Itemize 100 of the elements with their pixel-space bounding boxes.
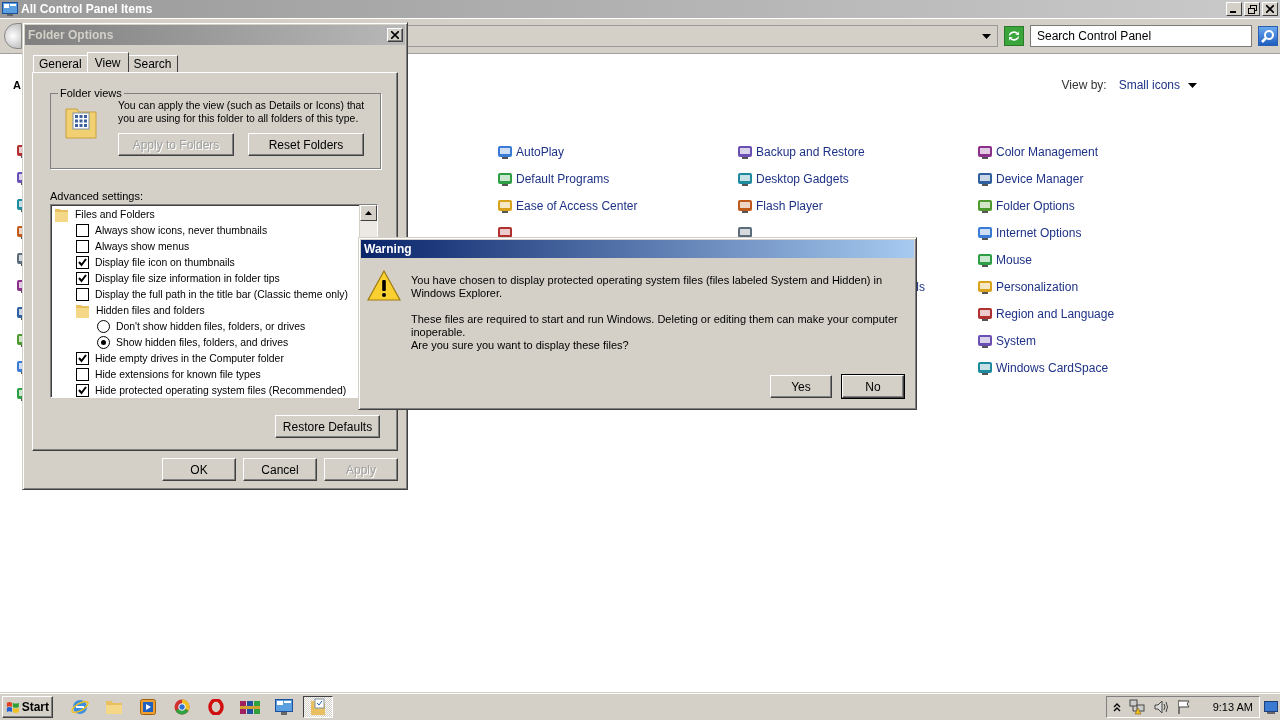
control-panel-link[interactable]: Mouse xyxy=(996,253,1033,267)
control-panel-link[interactable]: Region and Language xyxy=(996,307,1115,321)
app-icon xyxy=(977,279,993,295)
control-panel-link[interactable]: System xyxy=(996,334,1036,348)
dialog-button[interactable]: Cancel xyxy=(243,458,317,481)
control-panel-link[interactable]: Flash Player xyxy=(756,199,823,213)
description-text: You can apply the view (such as Details or Icons) that you are using for this folder to all folders of this type. xyxy=(118,99,366,125)
view-by-dropdown[interactable]: Small icons xyxy=(1118,78,1197,92)
radio-label: Show hidden files, folders, and drives xyxy=(116,336,289,348)
flag-icon[interactable] xyxy=(1176,699,1191,715)
tab[interactable]: General xyxy=(33,55,88,72)
checkbox[interactable] xyxy=(76,351,89,365)
restore-defaults-button[interactable]: Restore Defaults xyxy=(275,415,380,438)
app-icon xyxy=(497,144,513,160)
dropdown-arrow-icon[interactable] xyxy=(982,33,991,39)
tab[interactable]: Search xyxy=(127,55,178,72)
scroll-up-button[interactable] xyxy=(360,205,377,221)
app-icon xyxy=(977,252,993,268)
app-icon xyxy=(977,198,993,214)
search-icon xyxy=(1261,29,1275,43)
dialog-button[interactable]: No xyxy=(842,375,904,398)
speaker-icon[interactable] xyxy=(1152,699,1169,715)
folder-icon xyxy=(76,302,90,318)
checkbox-label: Hide empty drives in the Computer folder xyxy=(95,352,284,364)
restore-button[interactable] xyxy=(1244,2,1260,16)
app-icon xyxy=(977,171,993,187)
refresh-button[interactable] xyxy=(1004,26,1024,46)
browser-icon xyxy=(71,698,89,716)
control-panel-link[interactable]: Device Manager xyxy=(996,172,1084,186)
search-field[interactable]: Search Control Panel xyxy=(1030,25,1252,47)
app-icon xyxy=(977,225,993,241)
dialog-button[interactable]: Yes xyxy=(770,375,832,398)
app-icon xyxy=(737,171,753,187)
radio-label: Don't show hidden files, folders, or drives xyxy=(116,320,306,332)
folder-icon xyxy=(55,206,69,222)
folder-icon xyxy=(65,105,97,139)
control-panel-link[interactable]: Windows CardSpace xyxy=(996,361,1109,375)
control-panel-link[interactable]: AutoPlay xyxy=(516,145,565,159)
media-player-icon xyxy=(140,699,156,715)
search-button[interactable] xyxy=(1258,26,1278,46)
section-label: Advanced settings: xyxy=(50,190,144,202)
refresh-icon xyxy=(1007,30,1021,42)
radio-button[interactable] xyxy=(97,319,110,333)
checkbox[interactable] xyxy=(76,383,89,397)
dropdown-arrow-icon xyxy=(1188,82,1197,88)
chevron-icon[interactable] xyxy=(1112,702,1121,712)
control-panel-link[interactable]: ls xyxy=(916,280,925,294)
close-button[interactable] xyxy=(1262,2,1278,16)
browser-icon xyxy=(174,699,190,715)
app-icon xyxy=(737,144,753,160)
dialog-title: Folder Options xyxy=(28,28,114,42)
close-button[interactable] xyxy=(387,28,403,42)
app-icon xyxy=(977,360,993,376)
folder-view-button[interactable]: Reset Folders xyxy=(248,133,364,156)
checkbox[interactable] xyxy=(76,239,89,253)
checkbox[interactable] xyxy=(76,223,89,237)
clock: 9:13 AM xyxy=(1212,701,1253,713)
view-by-label: View by: xyxy=(1061,78,1107,92)
app-icon xyxy=(737,198,753,214)
control-panel-link[interactable]: Ease of Access Center xyxy=(516,199,638,213)
start-button[interactable]: Start xyxy=(2,696,53,718)
control-panel-link[interactable]: Default Programs xyxy=(516,172,610,186)
minimize-button[interactable] xyxy=(1226,2,1242,16)
ring-icon xyxy=(208,699,224,715)
control-panel-link[interactable]: Personalization xyxy=(996,280,1079,294)
close-icon xyxy=(1266,5,1274,13)
checkbox-label: Display file icon on thumbnails xyxy=(95,256,235,268)
group-label: Folder views xyxy=(59,87,123,99)
group-label: Files and Folders xyxy=(75,208,155,220)
tab[interactable]: View xyxy=(86,52,129,72)
message-text: You have chosen to display protected operating system files (files labeled System and Hidden) in Windows Explorer. xyxy=(411,274,884,300)
control-panel-link[interactable]: Internet Options xyxy=(996,226,1082,240)
radio-button[interactable] xyxy=(97,335,110,349)
dialog-title: Warning xyxy=(364,242,412,256)
checkbox-label: Always show icons, never thumbnails xyxy=(95,224,268,236)
taskbar-button[interactable] xyxy=(303,696,333,718)
control-panel-link[interactable]: Backup and Restore xyxy=(756,145,865,159)
checkbox[interactable] xyxy=(76,287,89,301)
control-panel-link[interactable]: Desktop Gadgets xyxy=(756,172,849,186)
app-icon xyxy=(977,333,993,349)
show-desktop-icon[interactable] xyxy=(1264,700,1278,714)
control-panel-link[interactable]: Color Management xyxy=(996,145,1099,159)
control-panel-link[interactable]: Folder Options xyxy=(996,199,1075,213)
dialog-button[interactable]: OK xyxy=(162,458,236,481)
message-text: Are you sure you want to display these files? xyxy=(411,339,630,352)
back-button[interactable] xyxy=(4,23,22,49)
app-icon xyxy=(497,171,513,187)
checkbox-label: Hide protected operating system files (Recommended) xyxy=(95,384,347,396)
checkbox[interactable] xyxy=(76,271,89,285)
window-title: All Control Panel Items xyxy=(21,2,153,16)
checkbox-label: Always show menus xyxy=(95,240,190,252)
start-logo xyxy=(6,700,20,714)
checkbox[interactable] xyxy=(76,367,89,381)
checkbox-label: Display file size information in folder tips xyxy=(95,272,280,284)
network-icon[interactable] xyxy=(1128,699,1145,715)
restore-icon xyxy=(1247,4,1257,14)
folder-icon xyxy=(105,699,123,715)
archive-icon xyxy=(240,699,260,715)
checkbox[interactable] xyxy=(76,255,89,269)
control-panel-icon xyxy=(2,2,18,16)
